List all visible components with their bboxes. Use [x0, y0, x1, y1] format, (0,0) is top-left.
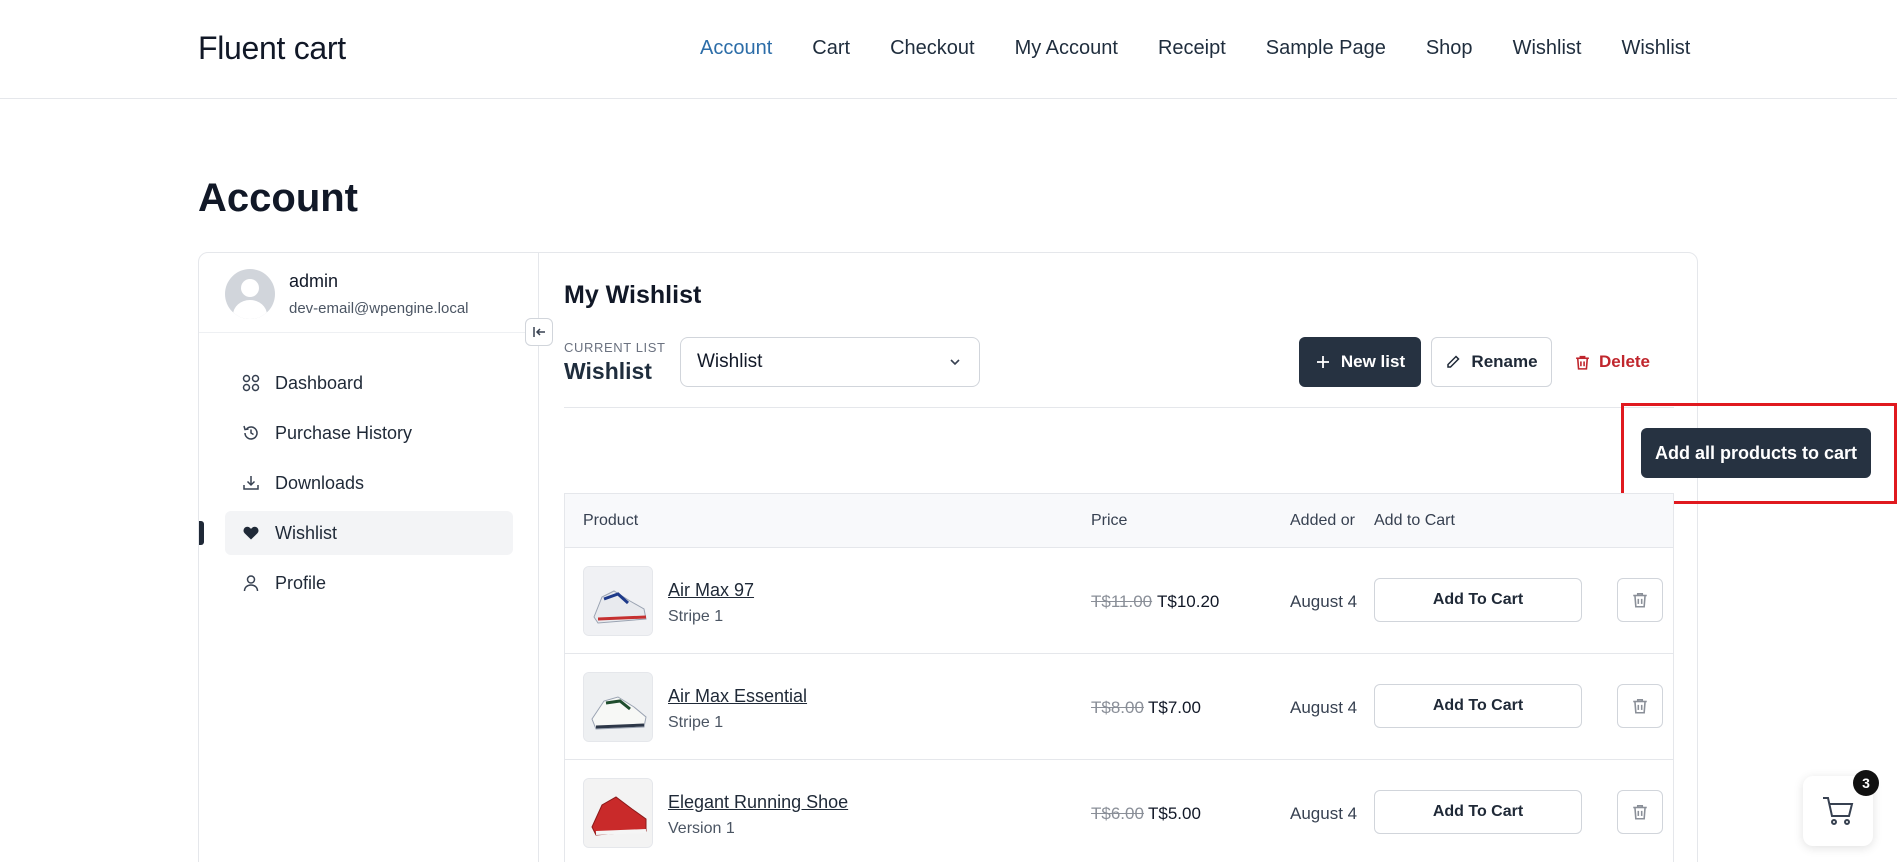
product-image[interactable] [583, 672, 653, 742]
plus-icon [1316, 356, 1329, 368]
wishlist-select-value: Wishlist [697, 351, 763, 372]
rename-button[interactable]: Rename [1431, 337, 1552, 387]
current-list-label: CURRENT LIST [564, 340, 666, 355]
new-list-button[interactable]: New list [1299, 337, 1421, 387]
column-header-add-to-cart: Add to Cart [1374, 512, 1455, 529]
table-row: Air Max 97 Stripe 1 T$11.00 T$10.20 Augu… [565, 548, 1673, 654]
pencil-icon [1447, 355, 1460, 368]
nav-my-account[interactable]: My Account [1015, 37, 1118, 60]
dashboard-icon [241, 373, 261, 393]
download-icon [241, 473, 261, 493]
add-to-cart-button[interactable]: Add To Cart [1374, 684, 1582, 728]
product-variant: Version 1 [668, 820, 735, 837]
wishlist-table: Product Price Added or Add to Cart Air M… [564, 493, 1674, 862]
add-to-cart-button[interactable]: Add To Cart [1374, 790, 1582, 834]
column-header-price: Price [1091, 512, 1128, 529]
site-logo[interactable]: Fluent cart [198, 30, 346, 67]
remove-item-button[interactable] [1617, 790, 1663, 834]
sidebar-item-label: Downloads [275, 472, 365, 493]
rename-label: Rename [1471, 352, 1538, 371]
nav-cart[interactable]: Cart [812, 37, 850, 60]
active-indicator [199, 521, 204, 545]
trash-icon [1576, 355, 1589, 370]
added-date: August 4 [1290, 804, 1358, 823]
price-sale: T$5.00 [1148, 804, 1201, 823]
wishlist-content: My Wishlist CURRENT LIST Wishlist Wishli… [540, 253, 1897, 862]
remove-item-button[interactable] [1617, 578, 1663, 622]
product-name-link[interactable]: Air Max Essential [668, 686, 807, 707]
product-name-link[interactable]: Air Max 97 [668, 580, 754, 601]
product-variant: Stripe 1 [668, 714, 724, 731]
trash-icon [1633, 805, 1647, 820]
nav-account[interactable]: Account [700, 37, 772, 60]
nav-sample-page[interactable]: Sample Page [1266, 37, 1386, 60]
trash-icon [1633, 593, 1647, 608]
price-sale: T$7.00 [1148, 698, 1201, 717]
price-original: T$6.00 [1091, 804, 1144, 823]
avatar [225, 269, 275, 319]
divider [564, 407, 1674, 408]
nav-receipt[interactable]: Receipt [1158, 37, 1226, 60]
price-sale: T$10.20 [1157, 592, 1220, 611]
price-original: T$11.00 [1091, 592, 1153, 611]
site-header: Fluent cart Account Cart Checkout My Acc… [0, 0, 1897, 99]
added-date: August 4 [1290, 698, 1358, 717]
price-original: T$8.00 [1091, 698, 1144, 717]
new-list-label: New list [1340, 352, 1406, 371]
added-date: August 4 [1290, 592, 1358, 611]
nav-checkout[interactable]: Checkout [890, 37, 975, 60]
main-nav: Account Cart Checkout My Account Receipt… [700, 37, 1730, 60]
column-header-product: Product [583, 512, 639, 529]
sidebar-item-purchase-history[interactable]: Purchase History [225, 411, 513, 455]
sidebar-menu: Dashboard Purchase History Downloads Wis… [199, 361, 513, 611]
user-box: admin dev-email@wpengine.local [199, 253, 539, 333]
delete-button[interactable]: Delete [1562, 337, 1662, 387]
user-icon [241, 573, 261, 593]
sidebar-item-label: Purchase History [275, 422, 413, 443]
product-variant: Stripe 1 [668, 608, 724, 625]
column-header-added: Added or [1290, 512, 1355, 529]
table-row: Elegant Running Shoe Version 1 T$6.00 T$… [565, 760, 1673, 862]
history-icon [241, 423, 261, 443]
page-title: Account [198, 176, 358, 220]
trash-icon [1633, 699, 1647, 714]
account-sidebar: admin dev-email@wpengine.local Dashboard… [199, 253, 553, 862]
add-to-cart-button[interactable]: Add To Cart [1374, 578, 1582, 622]
delete-label: Delete [1598, 352, 1651, 371]
table-header: Product Price Added or Add to Cart [565, 494, 1673, 548]
remove-item-button[interactable] [1617, 684, 1663, 728]
collapse-sidebar-button[interactable] [525, 318, 553, 346]
user-email: dev-email@wpengine.local [289, 300, 469, 317]
wishlist-select[interactable]: Wishlist [680, 337, 980, 387]
sidebar-item-profile[interactable]: Profile [225, 561, 513, 605]
user-name: admin [289, 271, 339, 291]
add-all-to-cart-button[interactable]: Add all products to cart [1641, 428, 1871, 478]
cart-icon [1823, 797, 1854, 825]
cart-count-badge: 3 [1853, 770, 1879, 796]
wishlist-title: My Wishlist [564, 281, 702, 309]
account-card: admin dev-email@wpengine.local Dashboard… [198, 252, 1897, 862]
product-name-link[interactable]: Elegant Running Shoe [668, 792, 848, 813]
current-list-name: Wishlist [564, 358, 652, 384]
sidebar-item-label: Profile [275, 572, 327, 593]
chevron-down-icon [947, 354, 963, 376]
nav-wishlist-2[interactable]: Wishlist [1621, 37, 1690, 60]
product-image[interactable] [583, 778, 653, 848]
sidebar-item-label: Wishlist [275, 522, 337, 543]
sidebar-item-downloads[interactable]: Downloads [225, 461, 513, 505]
sidebar-item-dashboard[interactable]: Dashboard [225, 361, 513, 405]
sidebar-item-label: Dashboard [275, 372, 364, 393]
nav-wishlist[interactable]: Wishlist [1513, 37, 1582, 60]
nav-shop[interactable]: Shop [1426, 37, 1473, 60]
heart-icon [241, 523, 261, 543]
product-image[interactable] [583, 566, 653, 636]
sidebar-item-wishlist[interactable]: Wishlist [199, 511, 513, 555]
table-row: Air Max Essential Stripe 1 T$8.00 T$7.00… [565, 654, 1673, 760]
collapse-left-icon [533, 327, 545, 337]
